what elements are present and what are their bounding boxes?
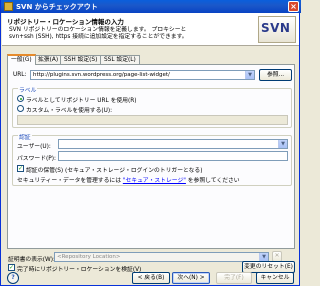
checkout-dialog: SVN からチェックアウト × リポジトリー・ロケーション情報の入力 SVN リ… [0, 0, 301, 286]
label-group: ラベル ラベルとしてリポジトリー URL を使用(R) カスタム・ラベルを使用す… [12, 85, 292, 128]
chevron-down-icon[interactable]: ▼ [245, 71, 254, 79]
next-button[interactable]: 次へ(N) > [172, 272, 210, 284]
title-bar[interactable]: SVN からチェックアウト × [1, 0, 301, 13]
save-password-label: 認証の保管(S) (セキュア・ストレージ・ログインのトリガーとなる) [26, 168, 203, 174]
password-input[interactable] [58, 151, 288, 161]
wizard-header: リポジトリー・ロケーション情報の入力 SVN リポジトリーのロケーション情報を定… [2, 13, 299, 46]
label-group-title: ラベル [18, 85, 38, 94]
auth-group: 認証 ユーザー(U): ▼ パスワード(P): ✓ 認証の保管(S) (セキュア… [12, 132, 292, 186]
page-title: リポジトリー・ロケーション情報の入力 [7, 18, 124, 26]
help-icon[interactable]: ? [7, 272, 19, 284]
secure-storage-note: セキュリティー・データを管理するには "セキュア・ストレージ" を参照してくださ… [17, 178, 240, 184]
cancel-button[interactable]: キャンセル [256, 272, 294, 284]
general-tab-panel: URL: http://plugins.svn.wordpress.org/pa… [7, 64, 295, 249]
use-url-radio[interactable] [17, 95, 24, 102]
back-button[interactable]: < 戻る(B) [132, 272, 170, 284]
url-label: URL: [13, 72, 27, 78]
finish-button[interactable]: 完了(F) [216, 272, 252, 284]
repository-location-combo[interactable]: <Repository Location> ▼ [54, 252, 269, 262]
chevron-down-icon[interactable]: ▼ [259, 253, 268, 261]
location-label: 証明書の表示(W): [8, 257, 55, 263]
page-description: SVN リポジトリーのロケーション情報を定義します。 プロキシーと svn+ss… [9, 27, 188, 40]
custom-label-input[interactable] [17, 115, 288, 125]
close-button[interactable]: × [288, 1, 299, 12]
secure-storage-link[interactable]: "セキュア・ストレージ" [123, 178, 186, 184]
use-url-label: ラベルとしてリポジトリー URL を使用(R) [26, 98, 137, 104]
auth-group-title: 認証 [18, 132, 32, 141]
app-icon [4, 2, 13, 11]
chevron-down-icon[interactable]: ▼ [278, 140, 287, 148]
user-input[interactable]: ▼ [58, 139, 288, 149]
save-password-checkbox[interactable]: ✓ [17, 165, 24, 172]
browse-button[interactable]: 参照... [259, 69, 292, 81]
url-value: http://plugins.svn.wordpress.org/page-li… [33, 72, 170, 78]
tab-general[interactable]: 一般(G) [7, 54, 36, 65]
validate-location-checkbox[interactable]: ✓ [8, 264, 15, 271]
custom-label-label: カスタム・ラベルを使用する(U): [26, 108, 113, 114]
svn-logo: SVN [258, 16, 296, 43]
user-label: ユーザー(U): [17, 144, 51, 150]
window-title: SVN からチェックアウト [16, 3, 98, 11]
url-combo[interactable]: http://plugins.svn.wordpress.org/page-li… [30, 70, 255, 80]
validate-location-label: 完了時にリポジトリー・ロケーションを検証(V) [17, 267, 142, 273]
custom-label-radio[interactable] [17, 105, 24, 112]
password-label: パスワード(P): [17, 156, 56, 162]
